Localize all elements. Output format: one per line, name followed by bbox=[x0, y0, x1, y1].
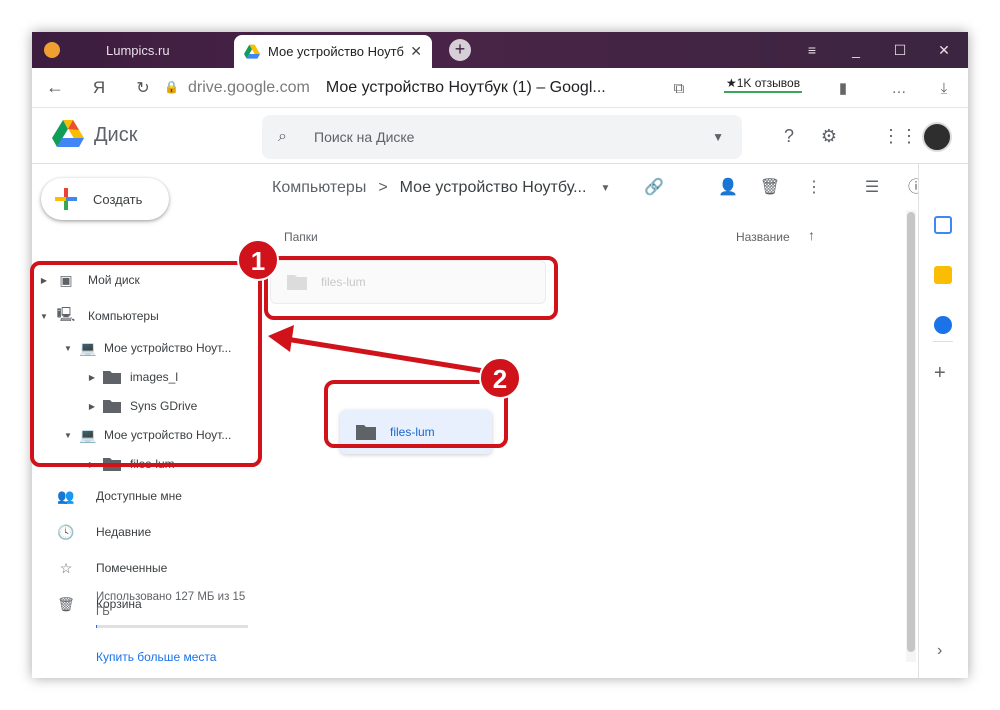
search-icon[interactable]: ⌕ bbox=[278, 128, 298, 146]
help-icon[interactable]: ? bbox=[777, 124, 801, 148]
divider bbox=[933, 341, 953, 342]
sort-arrow-icon[interactable]: ↑ bbox=[808, 227, 815, 243]
new-tab-button[interactable]: + bbox=[449, 39, 471, 61]
storage-area: Использовано 127 МБ из 15 ГБ Купить боль… bbox=[32, 32, 262, 678]
storage-usage-text: Использовано 127 МБ из 15 ГБ bbox=[96, 591, 246, 618]
apps-grid-icon[interactable]: ⋮⋮ bbox=[882, 124, 918, 148]
breadcrumb-separator: > bbox=[378, 179, 388, 196]
calendar-icon[interactable] bbox=[934, 216, 952, 234]
tabs-switch-icon[interactable]: ⧉ bbox=[664, 68, 694, 108]
side-panel: + › bbox=[918, 164, 968, 678]
maximize-button[interactable]: ☐ bbox=[880, 32, 920, 68]
tab-label: Мое устройство Ноутб bbox=[268, 44, 405, 59]
scrollbar-thumb[interactable] bbox=[907, 212, 915, 652]
folder-icon bbox=[287, 275, 307, 290]
search-box[interactable]: ⌕ Поиск на Диске ▼ bbox=[262, 115, 742, 159]
main-content: Папки Название ↑ files-lum files-lum bbox=[262, 212, 912, 678]
list-view-icon[interactable]: ☰ bbox=[860, 176, 884, 200]
menu-icon[interactable]: ≡ bbox=[792, 32, 832, 68]
trash-icon[interactable]: 🗑 bbox=[758, 176, 782, 200]
browser-window: Lumpics.ru Мое устройство Ноутб ✕ + ≡ _ … bbox=[32, 32, 968, 678]
tasks-icon[interactable] bbox=[934, 316, 952, 334]
reviews-badge[interactable]: ★1K отзывов bbox=[724, 76, 803, 93]
toolbar: Компьютеры > Мое устройство Ноутбу... ▼ … bbox=[262, 164, 924, 212]
add-addon-icon[interactable]: + bbox=[934, 362, 946, 385]
breadcrumb-computers[interactable]: Компьютеры bbox=[272, 179, 366, 197]
more-vert-icon[interactable]: ⋮ bbox=[802, 176, 826, 200]
minimize-button[interactable]: _ bbox=[836, 32, 876, 68]
link-icon[interactable]: 🔗 bbox=[642, 176, 666, 200]
storage-bar bbox=[96, 625, 248, 628]
avatar[interactable] bbox=[922, 122, 952, 152]
scrollbar[interactable] bbox=[906, 210, 916, 662]
more-icon[interactable]: … bbox=[884, 68, 914, 108]
keep-icon[interactable] bbox=[934, 266, 952, 284]
close-window-button[interactable]: ✕ bbox=[924, 32, 964, 68]
folder-name: files-lum bbox=[321, 275, 366, 289]
buy-storage-link[interactable]: Купить больше места bbox=[96, 650, 216, 664]
folder-card-dragging[interactable]: files-lum bbox=[340, 410, 492, 454]
chevron-right-icon[interactable]: › bbox=[937, 642, 942, 660]
folder-icon bbox=[356, 425, 376, 440]
tab-drive[interactable]: Мое устройство Ноутб ✕ bbox=[234, 35, 432, 68]
sort-label[interactable]: Название bbox=[736, 230, 790, 244]
storage-fill bbox=[96, 625, 98, 628]
download-icon[interactable]: ⤓ bbox=[929, 68, 959, 108]
search-placeholder[interactable]: Поиск на Диске bbox=[314, 129, 414, 145]
breadcrumb-dropdown-icon[interactable]: ▼ bbox=[600, 183, 610, 194]
close-tab-icon[interactable]: ✕ bbox=[410, 43, 422, 60]
folder-name: files-lum bbox=[390, 425, 435, 439]
search-options-icon[interactable]: ▼ bbox=[712, 130, 724, 144]
folder-card-ghost[interactable]: files-lum bbox=[270, 260, 546, 304]
breadcrumb-current[interactable]: Мое устройство Ноутбу... bbox=[400, 179, 587, 197]
settings-gear-icon[interactable]: ⚙ bbox=[817, 124, 841, 148]
url-page-title[interactable]: Мое устройство Ноутбук (1) – Googl... bbox=[326, 79, 606, 97]
bookmark-icon[interactable]: ▮ bbox=[828, 68, 858, 108]
share-add-person-icon[interactable]: 👤 bbox=[716, 176, 740, 200]
section-title: Папки bbox=[284, 230, 318, 244]
